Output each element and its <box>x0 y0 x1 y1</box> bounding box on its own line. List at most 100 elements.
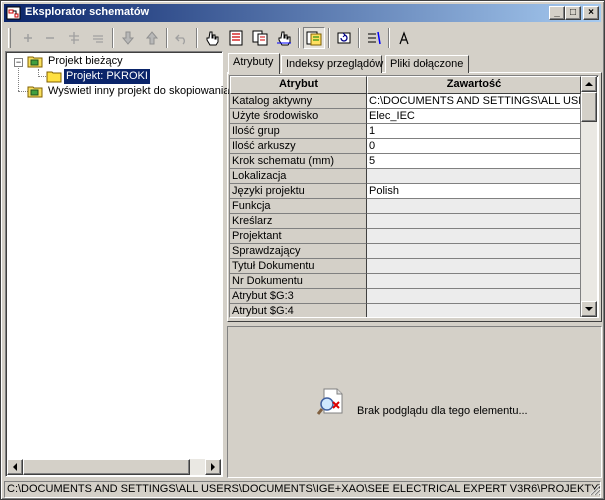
tree-node-project-pkroki[interactable]: Projekt: PKROKI <box>6 68 222 85</box>
tab-pliki-dolaczone[interactable]: Pliki dołączone <box>385 55 469 73</box>
toolbar-separator <box>298 28 300 48</box>
attribute-name-cell: Projektant <box>230 229 367 244</box>
app-schema-icon <box>6 5 22 21</box>
scroll-up-button[interactable] <box>581 76 597 92</box>
project-tree[interactable]: − Projekt bieżący Projekt: PKROKI Wyświe… <box>5 51 229 477</box>
document-list-icon[interactable] <box>225 27 247 49</box>
attribute-name-cell: Nr Dokumentu <box>230 274 367 289</box>
attribute-name-cell: Atrybut $G:3 <box>230 289 367 304</box>
table-row[interactable]: Projektant <box>230 229 581 244</box>
no-preview-magnifier-icon <box>316 386 346 416</box>
tree-node-current-project[interactable]: − Projekt bieżący <box>6 54 222 70</box>
attribute-name-cell: Użyte środowisko <box>230 109 367 124</box>
scroll-left-button[interactable] <box>7 459 23 475</box>
attribute-name-cell: Funkcja <box>230 199 367 214</box>
tree-horizontal-scrollbar[interactable] <box>7 459 221 475</box>
remove-icon[interactable] <box>39 27 61 49</box>
table-row[interactable]: Ilość arkuszy 0 <box>230 139 581 154</box>
tree-node-label: Projekt bieżący <box>48 55 123 67</box>
attribute-value-cell[interactable] <box>367 274 581 289</box>
status-bar: C:\DOCUMENTS AND SETTINGS\ALL USERS\DOCU… <box>4 481 601 498</box>
toolbar-separator <box>112 28 114 48</box>
minimize-button[interactable]: _ <box>549 6 565 20</box>
attribute-name-cell: Lokalizacja <box>230 169 367 184</box>
attribute-value-cell[interactable] <box>367 229 581 244</box>
attribute-value-cell[interactable] <box>367 304 581 317</box>
preview-message: Brak podglądu dla tego elementu... <box>357 405 528 417</box>
move-down-icon[interactable] <box>117 27 139 49</box>
attribute-value-cell[interactable]: 5 <box>367 154 581 169</box>
attribute-value-cell[interactable] <box>367 244 581 259</box>
collapse-icon[interactable]: − <box>14 58 23 67</box>
copy-pages-icon[interactable] <box>249 27 271 49</box>
column-header-content[interactable]: Zawartość <box>367 76 581 94</box>
attribute-value-cell[interactable]: C:\DOCUMENTS AND SETTINGS\ALL USERS <box>367 94 581 109</box>
attribute-name-cell: Ilość arkuszy <box>230 139 367 154</box>
table-row[interactable]: Użyte środowisko Elec_IEC <box>230 109 581 124</box>
text-icon[interactable] <box>393 27 415 49</box>
attribute-name-cell: Języki projektu <box>230 184 367 199</box>
toolbar-grip[interactable] <box>8 28 11 48</box>
column-header-attribute[interactable]: Atrybut <box>230 76 367 94</box>
table-row[interactable]: Kreślarz <box>230 214 581 229</box>
attribute-name-cell: Ilość grup <box>230 124 367 139</box>
attribute-value-cell[interactable] <box>367 259 581 274</box>
table-row[interactable]: Sprawdzający <box>230 244 581 259</box>
grid-vertical-scrollbar[interactable] <box>581 76 597 317</box>
attribute-value-cell[interactable] <box>367 169 581 184</box>
attribute-name-cell: Tytuł Dokumentu <box>230 259 367 274</box>
table-row[interactable]: Ilość grup 1 <box>230 124 581 139</box>
close-button[interactable]: × <box>583 6 599 20</box>
arrow-down-icon <box>585 307 593 311</box>
align-icon[interactable] <box>87 27 109 49</box>
toolbar-separator <box>358 28 360 48</box>
tree-node-other-project[interactable]: Wyświetl inny projekt do skopiowania <box>6 84 229 100</box>
undo-icon[interactable] <box>171 27 193 49</box>
arrow-left-icon <box>13 463 17 471</box>
attribute-value-cell[interactable] <box>367 214 581 229</box>
scroll-right-button[interactable] <box>205 459 221 475</box>
table-row[interactable]: Języki projektu Polish <box>230 184 581 199</box>
attribute-value-cell[interactable]: Polish <box>367 184 581 199</box>
insert-sheet-icon[interactable] <box>63 27 85 49</box>
move-up-icon[interactable] <box>141 27 163 49</box>
attribute-value-cell[interactable]: 1 <box>367 124 581 139</box>
attributes-grid[interactable]: Atrybut Zawartość Katalog aktywny C:\DOCU… <box>229 75 599 318</box>
preview-pane <box>227 326 602 478</box>
table-row[interactable]: Katalog aktywny C:\DOCUMENTS AND SETTINGS… <box>230 94 581 109</box>
table-row[interactable]: Tytuł Dokumentu <box>230 259 581 274</box>
title-bar[interactable]: Eksplorator schematów _ □ × <box>4 4 601 22</box>
scroll-thumb[interactable] <box>581 92 597 122</box>
hand-pointer-2-icon[interactable] <box>273 27 295 49</box>
attribute-value-cell[interactable] <box>367 289 581 304</box>
arrow-right-icon <box>211 463 215 471</box>
table-row[interactable]: Krok schematu (mm) 5 <box>230 154 581 169</box>
project-view-icon[interactable] <box>303 27 325 49</box>
grid-header: Atrybut Zawartość <box>230 76 581 94</box>
scroll-thumb[interactable] <box>23 459 190 475</box>
tab-atrybuty[interactable]: Atrybuty <box>228 53 280 74</box>
table-row[interactable]: Nr Dokumentu <box>230 274 581 289</box>
attribute-name-cell: Katalog aktywny <box>230 94 367 109</box>
maximize-button[interactable]: □ <box>565 6 581 20</box>
attribute-value-cell[interactable]: 0 <box>367 139 581 154</box>
table-row[interactable]: Atrybut $G:4 <box>230 304 581 317</box>
properties-icon[interactable] <box>363 27 385 49</box>
attribute-value-cell[interactable]: Elec_IEC <box>367 109 581 124</box>
tab-indeksy-przegladow[interactable]: Indeksy przeglądów <box>281 55 383 73</box>
table-row[interactable]: Lokalizacja <box>230 169 581 184</box>
attribute-value-cell[interactable] <box>367 199 581 214</box>
hand-pointer-icon[interactable] <box>201 27 223 49</box>
scroll-down-button[interactable] <box>581 301 597 317</box>
toolbar-separator <box>328 28 330 48</box>
table-row[interactable]: Atrybut $G:3 <box>230 289 581 304</box>
attribute-name-cell: Kreślarz <box>230 214 367 229</box>
attribute-name-cell: Sprawdzający <box>230 244 367 259</box>
resize-grip-icon[interactable] <box>589 484 601 496</box>
table-row[interactable]: Funkcja <box>230 199 581 214</box>
window-title: Eksplorator schematów <box>25 6 150 18</box>
refresh-icon[interactable] <box>333 27 355 49</box>
arrow-up-icon <box>585 82 593 86</box>
add-icon[interactable] <box>17 27 39 49</box>
toolbar <box>4 24 601 50</box>
